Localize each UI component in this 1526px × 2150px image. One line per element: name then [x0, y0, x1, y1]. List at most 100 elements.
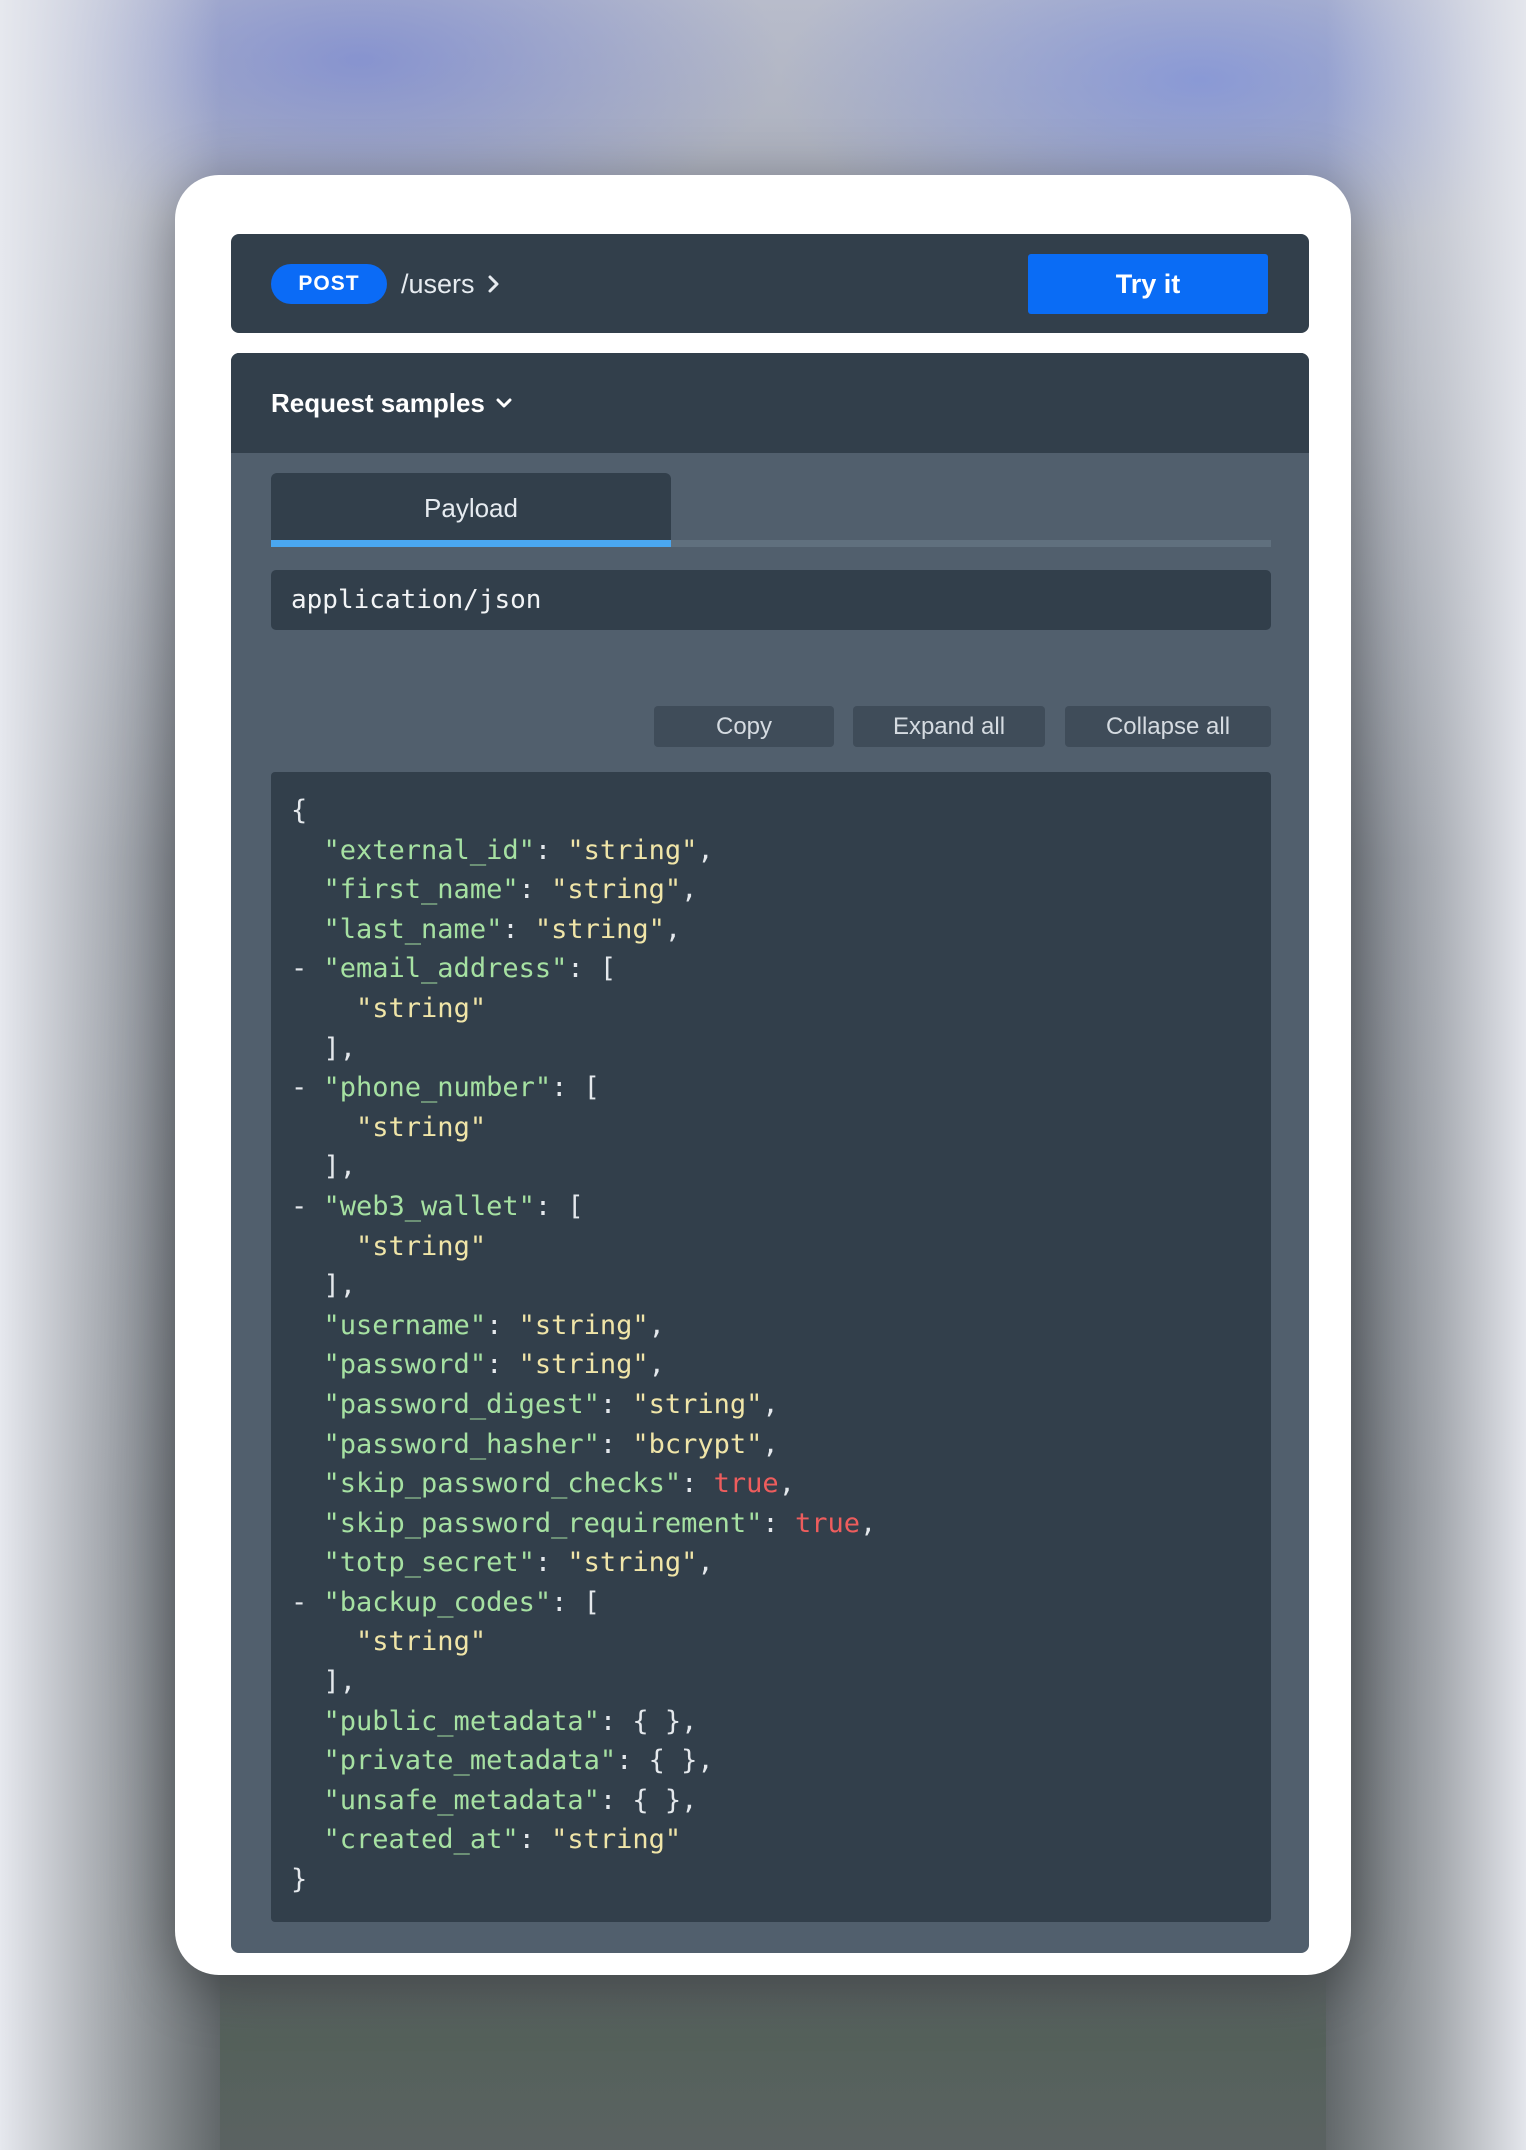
backdrop-right-fade [1326, 0, 1526, 2150]
json-key: "last_name" [323, 913, 503, 945]
endpoint-path[interactable]: /users [401, 264, 501, 304]
json-string-value: "string" [518, 1349, 649, 1381]
content-type-selector[interactable]: application/json [271, 570, 1271, 630]
backdrop-bottom-fade [220, 1970, 1326, 2150]
request-samples-toggle[interactable]: Request samples [271, 383, 513, 423]
chevron-down-icon [496, 398, 512, 408]
json-key: "skip_password_checks" [323, 1468, 682, 1500]
json-colon: : [599, 1428, 633, 1460]
json-array-close: ], [291, 1662, 1271, 1702]
json-string-value: "string" [534, 913, 665, 945]
json-key: "backup_codes" [323, 1586, 552, 1618]
json-string-value: "bcrypt" [632, 1428, 763, 1460]
json-open-brace: { [291, 795, 308, 826]
json-array-open: [ [599, 953, 617, 985]
json-object-value: { } [632, 1705, 682, 1737]
json-field-line: "password_digest": "string", [291, 1385, 1271, 1425]
json-key: "unsafe_metadata" [323, 1784, 600, 1816]
request-samples-title: Request samples [271, 388, 485, 418]
json-field-line: "external_id": "string", [291, 831, 1271, 871]
json-comma: , [648, 1309, 665, 1341]
json-key: "external_id" [323, 834, 535, 866]
json-array-item: "string" [291, 1622, 1271, 1662]
json-colon: : [534, 834, 568, 866]
json-field-line: "username": "string", [291, 1306, 1271, 1346]
json-colon: : [599, 1784, 633, 1816]
json-field-line: - "email_address": [ [291, 949, 1271, 989]
json-key: "web3_wallet" [323, 1190, 535, 1222]
json-comma: , [681, 1705, 698, 1737]
json-key: "username" [323, 1309, 487, 1341]
json-colon: : [486, 1309, 519, 1341]
json-colon: : [551, 1586, 584, 1618]
json-key: "password" [323, 1349, 487, 1381]
json-colon: : [518, 874, 552, 906]
json-field-line: "password_hasher": "bcrypt", [291, 1425, 1271, 1465]
json-field-line: "password": "string", [291, 1345, 1271, 1385]
expand-all-button[interactable]: Expand all [853, 706, 1045, 747]
json-comma: , [778, 1468, 795, 1500]
json-boolean-value: true [794, 1507, 860, 1539]
json-key: "password_hasher" [323, 1428, 600, 1460]
json-field-line: "totp_secret": "string", [291, 1543, 1271, 1583]
json-key: "skip_password_requirement" [323, 1507, 763, 1539]
json-key: "password_digest" [323, 1388, 600, 1420]
json-comma: , [697, 1547, 714, 1579]
json-colon: : [518, 1824, 552, 1856]
json-field-line: - "backup_codes": [ [291, 1583, 1271, 1623]
json-array-open: [ [583, 1072, 600, 1104]
json-string-value: "string" [356, 1230, 487, 1262]
json-field-line: "unsafe_metadata": { }, [291, 1781, 1271, 1821]
json-colon: : [762, 1507, 795, 1539]
http-method-badge: POST [271, 264, 387, 304]
json-comma: , [664, 913, 682, 945]
copy-button[interactable]: Copy [654, 706, 834, 747]
json-string-value: "string" [551, 874, 682, 906]
endpoint-path-label: /users [401, 269, 475, 299]
json-fields: "external_id": "string", "first_name": "… [291, 831, 1271, 1860]
json-key: "phone_number" [323, 1072, 552, 1104]
json-colon: : [486, 1349, 519, 1381]
json-colon: : [599, 1388, 633, 1420]
collapse-all-button[interactable]: Collapse all [1065, 706, 1271, 747]
tab-payload[interactable]: Payload [271, 473, 671, 547]
json-field-line: "public_metadata": { }, [291, 1702, 1271, 1742]
collapse-toggle[interactable]: - [291, 953, 324, 984]
json-field-line: "first_name": "string", [291, 870, 1271, 910]
json-array-close: ], [291, 1147, 1271, 1187]
json-colon: : [599, 1705, 633, 1737]
json-array-item: "string" [291, 1227, 1271, 1267]
json-string-value: "string" [567, 1547, 698, 1579]
json-close-brace: } [291, 1864, 308, 1896]
json-key: "private_metadata" [323, 1745, 617, 1777]
json-comma: , [681, 1784, 698, 1816]
json-colon: : [567, 953, 600, 985]
json-colon: : [534, 1190, 568, 1222]
json-sample-code: { "external_id": "string", "first_name":… [271, 772, 1271, 1922]
json-array-item: "string" [291, 989, 1271, 1029]
json-colon: : [534, 1547, 568, 1579]
json-array-close-bracket: ], [323, 1666, 357, 1698]
json-key: "public_metadata" [323, 1705, 600, 1737]
json-key: "email_address" [323, 953, 568, 985]
json-colon: : [551, 1072, 584, 1104]
collapse-toggle[interactable]: - [291, 1191, 324, 1222]
json-array-close-bracket: ], [323, 1270, 357, 1302]
json-colon: : [502, 913, 535, 945]
json-field-line: - "web3_wallet": [ [291, 1187, 1271, 1227]
json-comma: , [762, 1428, 779, 1460]
json-string-value: "string" [356, 1111, 487, 1143]
json-array-close: ], [291, 1029, 1271, 1069]
try-it-button[interactable]: Try it [1028, 254, 1268, 314]
chevron-right-icon [488, 275, 499, 293]
collapse-toggle[interactable]: - [291, 1072, 324, 1103]
json-string-value: "string" [356, 1626, 487, 1658]
json-string-value: "string" [567, 834, 698, 866]
json-field-line: "private_metadata": { }, [291, 1741, 1271, 1781]
json-string-value: "string" [632, 1388, 763, 1420]
collapse-toggle[interactable]: - [291, 1587, 324, 1618]
json-comma: , [681, 874, 698, 906]
json-comma: , [648, 1349, 665, 1381]
json-boolean-value: true [713, 1468, 779, 1500]
endpoint-bar: POST /users Try it [231, 234, 1309, 333]
